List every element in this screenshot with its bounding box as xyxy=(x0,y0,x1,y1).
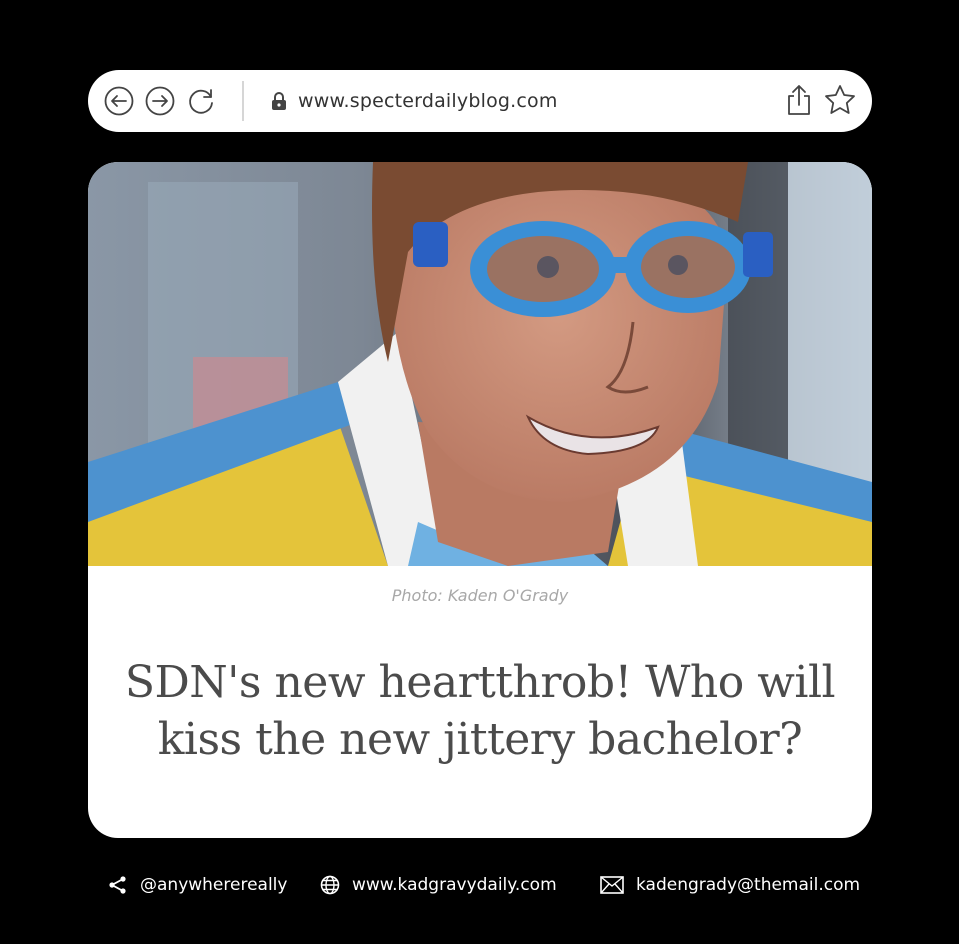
globe-icon xyxy=(320,875,340,895)
headline-line-2: kiss the new jittery bachelor? xyxy=(157,714,803,765)
contact-footer: @anywherereally www.kadgravydaily.com ka… xyxy=(0,870,959,900)
forward-arrow-icon[interactable] xyxy=(145,86,175,116)
email-link[interactable]: kadengrady@themail.com xyxy=(600,870,860,900)
headline-line-1: SDN's new heartthrob! Who will xyxy=(124,657,836,708)
article-card: Photo: Kaden O'Grady SDN's new heartthro… xyxy=(88,162,872,838)
mail-icon xyxy=(600,876,624,894)
share-nodes-icon xyxy=(109,876,126,894)
star-icon[interactable] xyxy=(824,84,856,116)
article-headline[interactable]: SDN's new heartthrob! Who will kiss the … xyxy=(108,654,852,768)
back-arrow-icon[interactable] xyxy=(104,86,134,116)
lock-icon xyxy=(272,92,286,110)
share-icon[interactable] xyxy=(784,84,814,116)
reload-icon[interactable] xyxy=(186,86,216,116)
address-bar-divider xyxy=(242,81,244,121)
email-text: kadengrady@themail.com xyxy=(636,875,861,895)
photo-caption: Photo: Kaden O'Grady xyxy=(391,586,569,605)
hero-photo xyxy=(88,162,872,566)
url-text[interactable]: www.specterdailyblog.com xyxy=(298,89,558,113)
browser-address-bar: www.specterdailyblog.com xyxy=(88,70,872,132)
social-handle-link[interactable]: @anywherereally xyxy=(108,870,287,900)
website-link[interactable]: www.kadgravydaily.com xyxy=(320,870,557,900)
website-text: www.kadgravydaily.com xyxy=(352,875,557,895)
social-handle-text: @anywherereally xyxy=(140,875,288,895)
